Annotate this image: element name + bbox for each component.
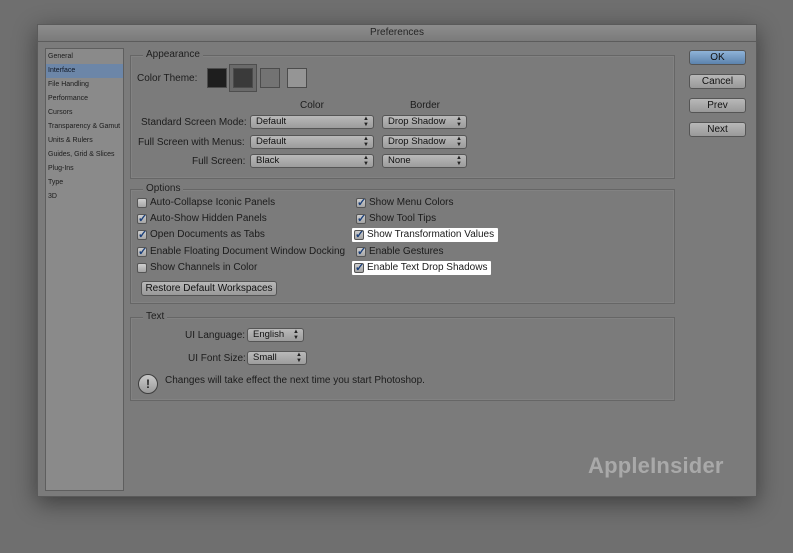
gestures-label: Enable Gestures	[369, 246, 444, 257]
sidebar-item-plug-ins[interactable]: Plug-Ins	[46, 162, 123, 176]
standard-screen-border-select[interactable]: Drop Shadow ▲ ▼	[382, 115, 467, 129]
text-drop-shadows-checkbox-row[interactable]: Enable Text Drop Shadows	[352, 261, 492, 275]
border-column-header: Border	[410, 100, 441, 111]
auto-show-checkbox[interactable]	[137, 212, 147, 225]
full-screen-menus-color-select[interactable]: Default ▲ ▼	[250, 135, 374, 149]
color-theme-label: Color Theme:	[137, 73, 198, 84]
select-arrows-icon: ▲ ▼	[363, 116, 369, 128]
select-arrows-icon: ▲ ▼	[363, 155, 369, 167]
preferences-sidebar: General Interface File Handling Performa…	[45, 48, 124, 491]
open-docs-tabs-label: Open Documents as Tabs	[150, 229, 265, 240]
text-drop-shadows-label: Enable Text Drop Shadows	[367, 262, 488, 273]
restore-workspaces-button[interactable]: Restore Default Workspaces	[141, 281, 277, 296]
sidebar-item-units-rulers[interactable]: Units & Rulers	[46, 134, 123, 148]
theme-swatch-light[interactable]	[287, 68, 307, 88]
select-arrows-icon: ▲ ▼	[456, 155, 462, 167]
full-screen-color-select[interactable]: Black ▲ ▼	[250, 154, 374, 168]
auto-collapse-checkbox-row[interactable]: Auto-Collapse Iconic Panels	[137, 196, 275, 210]
ui-language-select[interactable]: English ▲ ▼	[247, 328, 304, 342]
sidebar-item-performance[interactable]: Performance	[46, 92, 123, 106]
channels-color-checkbox[interactable]	[137, 263, 147, 273]
gestures-checkbox[interactable]	[356, 245, 366, 258]
select-value: Small	[253, 352, 277, 363]
ui-language-label: UI Language:	[185, 330, 246, 341]
transformation-values-checkbox[interactable]	[354, 228, 364, 241]
channels-color-label: Show Channels in Color	[150, 262, 258, 273]
sidebar-item-file-handling[interactable]: File Handling	[46, 78, 123, 92]
auto-show-checkbox-row[interactable]: Auto-Show Hidden Panels	[137, 212, 267, 226]
full-screen-menus-label: Full Screen with Menus:	[138, 137, 245, 148]
text-drop-shadows-checkbox[interactable]	[354, 261, 364, 274]
select-value: Black	[256, 155, 280, 166]
sidebar-item-cursors[interactable]: Cursors	[46, 106, 123, 120]
menu-colors-checkbox-row[interactable]: Show Menu Colors	[356, 196, 453, 210]
color-column-header: Color	[300, 100, 324, 111]
ui-font-size-label: UI Font Size:	[188, 353, 246, 364]
auto-collapse-label: Auto-Collapse Iconic Panels	[150, 197, 276, 208]
select-arrows-icon: ▲ ▼	[293, 329, 299, 341]
full-screen-menus-border-select[interactable]: Drop Shadow ▲ ▼	[382, 135, 467, 149]
select-value: Default	[256, 116, 287, 127]
tool-tips-label: Show Tool Tips	[369, 213, 437, 224]
next-button[interactable]: Next	[689, 122, 746, 137]
menu-colors-checkbox[interactable]	[356, 196, 366, 209]
sidebar-item-transparency-gamut[interactable]: Transparency & Gamut	[46, 120, 123, 134]
theme-swatch-darkest[interactable]	[207, 68, 227, 88]
select-value: None	[388, 155, 411, 166]
select-arrows-icon: ▲ ▼	[296, 352, 302, 364]
restart-notice: Changes will take effect the next time y…	[165, 375, 425, 386]
full-screen-border-select[interactable]: None ▲ ▼	[382, 154, 467, 168]
prev-button[interactable]: Prev	[689, 98, 746, 113]
window-title: Preferences	[38, 25, 756, 42]
cancel-button[interactable]: Cancel	[689, 74, 746, 89]
standard-screen-color-select[interactable]: Default ▲ ▼	[250, 115, 374, 129]
ok-button[interactable]: OK	[689, 50, 746, 65]
select-arrows-icon: ▲ ▼	[456, 116, 462, 128]
floating-docking-label: Enable Floating Document Window Docking	[150, 246, 346, 257]
preferences-window: Preferences General Interface File Handl…	[37, 24, 757, 497]
menu-colors-label: Show Menu Colors	[369, 197, 454, 208]
auto-show-label: Auto-Show Hidden Panels	[150, 213, 267, 224]
appearance-title: Appearance	[143, 49, 203, 61]
select-value: Drop Shadow	[388, 136, 446, 147]
floating-docking-checkbox[interactable]	[137, 245, 147, 258]
ui-font-size-select[interactable]: Small ▲ ▼	[247, 351, 307, 365]
select-value: Default	[256, 136, 287, 147]
theme-swatch-medium[interactable]	[260, 68, 280, 88]
standard-screen-mode-label: Standard Screen Mode:	[141, 117, 247, 128]
options-title: Options	[143, 183, 184, 195]
theme-swatch-dark[interactable]	[233, 68, 253, 88]
sidebar-item-3d[interactable]: 3D	[46, 190, 123, 204]
sidebar-item-interface[interactable]: Interface	[46, 64, 123, 78]
channels-color-checkbox-row[interactable]: Show Channels in Color	[137, 261, 257, 275]
sidebar-item-type[interactable]: Type	[46, 176, 123, 190]
auto-collapse-checkbox[interactable]	[137, 198, 147, 208]
select-value: English	[253, 329, 285, 340]
select-arrows-icon: ▲ ▼	[456, 136, 462, 148]
transformation-values-checkbox-row[interactable]: Show Transformation Values	[352, 228, 499, 242]
appleinsider-watermark: AppleInsider	[588, 453, 724, 478]
open-docs-tabs-checkbox[interactable]	[137, 228, 147, 241]
tool-tips-checkbox[interactable]	[356, 212, 366, 225]
full-screen-label: Full Screen:	[192, 156, 246, 167]
text-title: Text	[143, 311, 168, 323]
select-arrows-icon: ▲ ▼	[363, 136, 369, 148]
open-docs-tabs-checkbox-row[interactable]: Open Documents as Tabs	[137, 228, 265, 242]
gestures-checkbox-row[interactable]: Enable Gestures	[356, 245, 444, 259]
select-value: Drop Shadow	[388, 116, 446, 127]
sidebar-item-guides-grid-slices[interactable]: Guides, Grid & Slices	[46, 148, 123, 162]
transformation-values-label: Show Transformation Values	[367, 229, 495, 240]
sidebar-item-general[interactable]: General	[46, 50, 123, 64]
tool-tips-checkbox-row[interactable]: Show Tool Tips	[356, 212, 436, 226]
alert-icon: !	[138, 374, 158, 394]
floating-docking-checkbox-row[interactable]: Enable Floating Document Window Docking	[137, 245, 345, 259]
